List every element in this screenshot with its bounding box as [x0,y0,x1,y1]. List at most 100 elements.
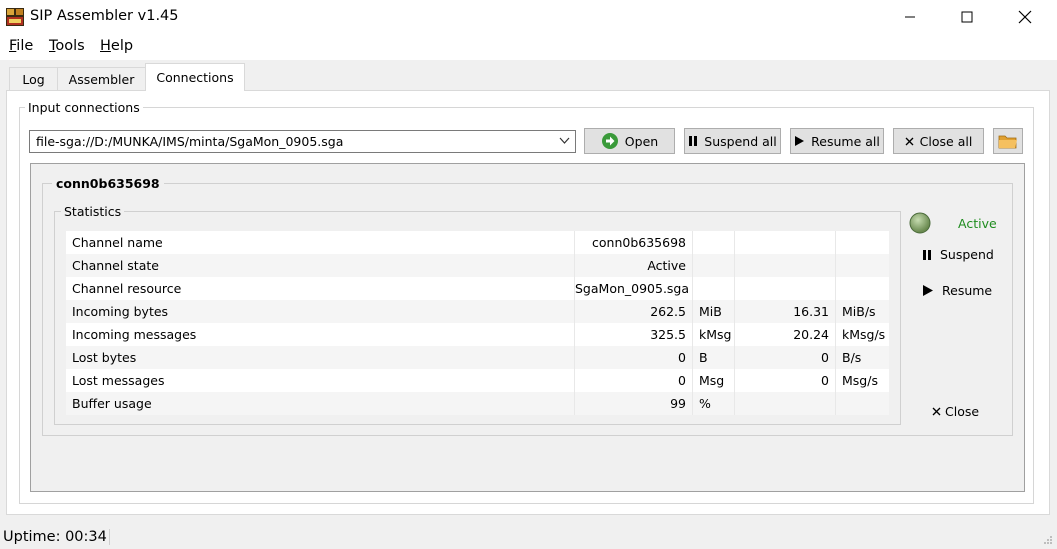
stat-value-cell: 0 [575,369,693,392]
stat-name-cell: Lost bytes [66,346,575,369]
tab-connections[interactable]: Connections [145,63,245,91]
close-all-label: Close all [919,133,973,149]
maximize-icon [961,11,973,23]
play-icon [923,285,933,296]
close-all-button[interactable]: Close all [893,128,984,154]
close-connection-button[interactable]: Close [932,404,979,419]
table-row: Incoming messages 325.5 kMsg 20.24 kMsg/s [66,323,889,346]
connection-url-value: file-sga://D:/MUNKA/IMS/minta/SgaMon_090… [36,134,344,149]
stat-rate-cell: 20.24 [735,323,836,346]
table-row: Incoming bytes 262.5 MiB 16.31 MiB/s [66,300,889,323]
stat-unit-cell [693,254,735,277]
stat-rate-unit-cell: B/s [842,350,862,365]
suspend-all-label: Suspend all [704,133,777,149]
suspend-all-button[interactable]: Suspend all [684,128,781,154]
stat-name-cell: Lost messages [66,369,575,392]
table-row: Channel state Active [66,254,889,277]
app-icon [6,8,24,26]
menu-help[interactable]: Help [100,38,133,54]
resume-button[interactable]: Resume [922,283,992,298]
chevron-down-icon [559,137,570,144]
close-icon [1018,10,1032,24]
stat-rate-unit-cell: Msg/s [842,373,878,388]
stat-value-cell: 99 [575,392,693,415]
stat-value-cell: 325.5 [575,323,693,346]
stat-rate-cell: 16.31 [735,300,836,323]
close-icon [905,137,914,145]
statistics-label: Statistics [61,204,125,219]
stat-unit-cell: % [693,392,735,415]
minimize-icon [905,16,915,18]
tab-assembler[interactable]: Assembler [57,67,146,90]
play-icon [795,136,805,146]
stat-rate-cell [735,231,836,254]
stat-value-cell: 262.5 [575,300,693,323]
suspend-label: Suspend [940,247,994,262]
menu-tools[interactable]: Tools [49,38,85,54]
uptime-text: Uptime: 00:34 [3,529,110,545]
menu-bar: File Tools Help [0,34,1057,60]
stat-rate-cell: 0 [735,346,836,369]
resume-all-button[interactable]: Resume all [790,128,884,154]
table-row: Channel name conn0b635698 [66,231,889,254]
stat-unit-cell: Msg [693,369,735,392]
title-bar: SIP Assembler v1.45 [0,0,1057,34]
stat-name-cell: Channel resource [66,277,575,300]
stat-name-cell: Incoming bytes [66,300,575,323]
table-row: Lost bytes 0 B 0 B/s [66,346,889,369]
table-row: Buffer usage 99% [66,392,889,415]
stat-name-cell: Channel name [66,231,575,254]
stat-name-cell: Buffer usage [66,392,575,415]
suspend-button[interactable]: Suspend [922,247,994,262]
stat-rate-unit-cell: kMsg/s [842,327,886,342]
table-row: Channel resource SgaMon_0905.sga [66,277,889,300]
pause-icon [923,249,931,260]
stat-rate-unit-cell [836,392,889,415]
table-row: Lost messages 0 Msg 0 Msg/s [66,369,889,392]
stat-unit-cell [693,277,735,300]
connection-status-text: Active [958,216,997,231]
resize-grip-icon[interactable] [1043,535,1053,545]
statistics-table: Channel name conn0b635698 Channel state Act… [66,231,889,415]
stat-unit-cell [693,231,735,254]
connection-url-combo[interactable]: file-sga://D:/MUNKA/IMS/minta/SgaMon_090… [29,130,576,153]
maximize-button[interactable] [944,0,990,34]
tab-log[interactable]: Log [9,67,58,90]
connection-name-title: conn0b635698 [52,176,164,191]
stat-rate-unit-cell [836,231,889,254]
close-window-button[interactable] [1002,0,1048,34]
stat-rate-cell: 0 [735,369,836,392]
stat-rate-unit-cell [836,277,889,300]
status-bar: Uptime: 00:34 [0,525,1057,549]
close-icon [932,407,941,416]
stat-unit-cell: kMsg [693,323,735,346]
minimize-button[interactable] [887,0,933,34]
status-led-icon [909,212,931,234]
resume-all-label: Resume all [811,133,880,149]
menu-file[interactable]: File [9,38,33,54]
input-connections-label: Input connections [25,100,143,115]
open-button[interactable]: Open [584,128,675,154]
stat-rate-cell [735,254,836,277]
arrow-right-icon [601,133,618,149]
stat-unit-cell: MiB [693,300,735,323]
resume-label: Resume [942,283,993,298]
stat-rate-cell [735,392,836,415]
close-label: Close [945,404,980,419]
stat-rate-unit-cell: MiB/s [842,304,876,319]
status-indicator [909,212,931,237]
open-label: Open [624,133,659,149]
stat-rate-cell [735,277,836,300]
stat-unit-cell: B [693,346,735,369]
stat-name-cell: Channel state [66,254,575,277]
folder-icon [998,135,1017,149]
browse-folder-button[interactable] [993,128,1023,154]
stat-value-cell: conn0b635698 [575,231,693,254]
pause-icon [689,136,698,146]
stat-value-cell: Active [575,254,693,277]
stat-name-cell: Incoming messages [66,323,575,346]
stat-value-cell: 0 [575,346,693,369]
stat-rate-unit-cell [836,254,889,277]
window-title: SIP Assembler v1.45 [30,8,179,24]
stat-value-cell: SgaMon_0905.sga [575,277,693,300]
